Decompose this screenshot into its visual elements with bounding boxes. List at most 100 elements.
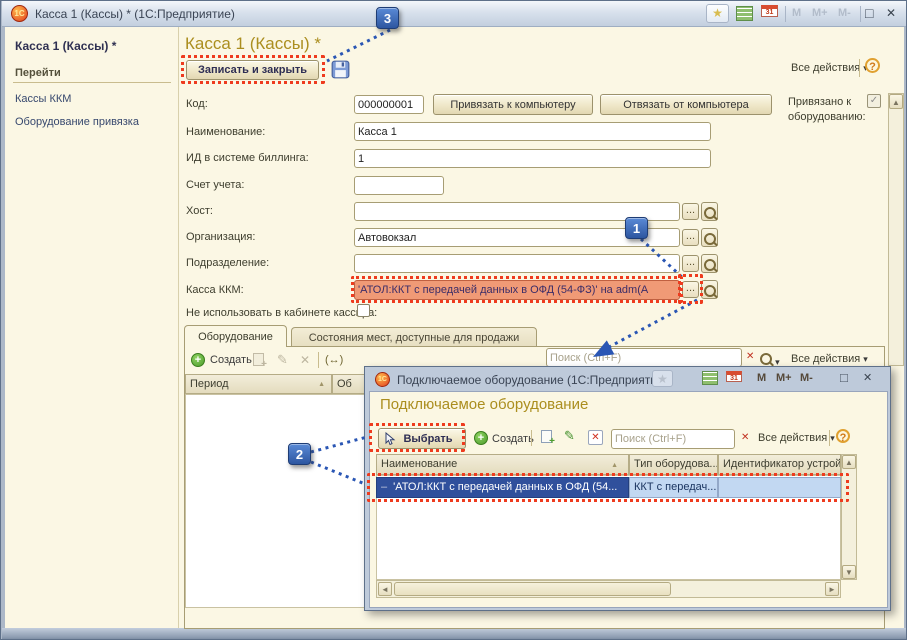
edit-pencil-icon[interactable]: ✎ [564, 428, 575, 444]
calendar-icon[interactable]: 31 [761, 5, 778, 17]
popup-create-button[interactable]: Создать [492, 433, 534, 445]
memory-m-button[interactable]: M [757, 372, 766, 384]
popup-window: 1С Подключаемое оборудование (1С:Предпри… [364, 366, 891, 611]
calculator-icon[interactable] [736, 6, 753, 21]
division-input[interactable] [354, 254, 680, 273]
maximize-icon[interactable]: □ [865, 5, 873, 21]
tab-equipment[interactable]: Оборудование [184, 325, 287, 347]
sidebar-item-kassy-kkm[interactable]: Кассы ККМ [15, 93, 71, 105]
window-bottom-frame [2, 628, 907, 640]
column-label: Наименование [381, 458, 457, 470]
column-label: Об [337, 378, 352, 390]
save-icon[interactable] [331, 60, 350, 79]
titlebar-separator [785, 6, 786, 22]
chevron-down-icon: ▾ [863, 354, 868, 364]
sort-icon: ▲ [318, 381, 325, 388]
popup-help-button[interactable]: ? [836, 429, 850, 443]
scrollbar-thumb[interactable] [394, 582, 671, 596]
column-label: Тип оборудова... [634, 458, 718, 470]
division-search-button[interactable] [701, 254, 718, 273]
account-input[interactable] [354, 176, 444, 195]
organization-search-button[interactable] [701, 228, 718, 247]
host-search-button[interactable] [701, 202, 718, 221]
copy-icon [253, 353, 264, 366]
equipment-search-input[interactable] [546, 348, 742, 367]
select-label: Выбрать [403, 433, 452, 445]
scroll-up-icon[interactable]: ▲ [842, 455, 856, 469]
popup-heading: Подключаемое оборудование [380, 396, 588, 413]
memory-mplus-button[interactable]: M+ [776, 372, 792, 384]
kkm-input[interactable]: 'АТОЛ:ККТ с передачей данных в ОФД (54-Ф… [354, 280, 680, 300]
scroll-down-icon[interactable]: ▼ [842, 565, 856, 579]
popup-horizontal-scrollbar[interactable]: ◄ ► [376, 580, 841, 598]
calculator-icon[interactable] [702, 371, 718, 385]
organization-dots-button[interactable]: ... [682, 229, 699, 246]
main-titlebar: 1С Касса 1 (Кассы) * (1С:Предприятие) ★ … [2, 1, 907, 27]
popup-window-title: Подключаемое оборудование (1С:Предприяти… [397, 367, 668, 393]
delete-icon: ✕ [300, 353, 310, 367]
clear-search-icon[interactable]: ✕ [746, 351, 754, 362]
scroll-left-icon[interactable]: ◄ [378, 582, 392, 596]
close-icon[interactable]: ✕ [863, 371, 872, 384]
clear-search-icon[interactable]: ✕ [741, 432, 749, 443]
close-icon[interactable]: ✕ [886, 6, 896, 20]
kkm-dots-button[interactable]: ... [682, 281, 699, 298]
column-header-period[interactable]: Период▲ [185, 374, 332, 394]
kkm-search-button[interactable] [701, 280, 718, 299]
equipment-row-name-cell[interactable]: –'АТОЛ:ККТ с передачей данных в ОФД (54.… [376, 477, 629, 498]
main-vertical-scrollbar[interactable]: ▲ [888, 93, 904, 366]
division-dots-button[interactable]: ... [682, 255, 699, 272]
popup-body: Подключаемое оборудование Выбрать + Созд… [369, 391, 888, 608]
row-name-label: 'АТОЛ:ККТ с передачей данных в ОФД (54..… [393, 481, 617, 493]
kkm-label: Касса ККМ: [186, 284, 244, 296]
magnifier-icon [704, 285, 716, 297]
record-marker-icon: – [381, 481, 387, 493]
billing-id-input[interactable] [354, 149, 711, 168]
copy-icon[interactable] [541, 430, 552, 443]
equipment-all-actions-button[interactable]: Все действия ▾ [791, 353, 868, 365]
toolbar-separator [829, 430, 830, 446]
billing-id-label: ИД в системе биллинга: [186, 152, 309, 164]
row-type-label: ККТ с передач... [634, 481, 716, 493]
all-actions-label: Все действия [791, 62, 860, 74]
create-button[interactable]: Создать [210, 354, 252, 366]
delete-icon[interactable]: ✕ [588, 430, 603, 445]
name-label: Наименование: [186, 126, 265, 138]
popup-vertical-scrollbar[interactable]: ▲ ▼ [841, 454, 857, 580]
toolbar-separator [318, 352, 319, 368]
page-title: Касса 1 (Кассы) * [185, 34, 321, 54]
popup-search-input[interactable] [611, 429, 735, 449]
cashier-checkbox-label: Не использовать в кабинете кассира: [186, 307, 377, 319]
maximize-icon[interactable]: □ [840, 370, 848, 385]
scroll-up-icon[interactable]: ▲ [889, 94, 903, 109]
create-plus-icon[interactable]: + [191, 353, 205, 367]
sidebar-item-oborudovanie-privyazka[interactable]: Оборудование привязка [15, 116, 139, 128]
bind-computer-button[interactable]: Привязать к компьютеру [433, 94, 593, 115]
scroll-right-icon[interactable]: ► [825, 582, 839, 596]
tab-seat-states[interactable]: Состояния мест, доступные для продажи [291, 327, 537, 347]
equipment-row-type-cell[interactable]: ККТ с передач... [629, 477, 718, 498]
memory-mminus-button[interactable]: M- [800, 372, 813, 384]
magnifier-icon [704, 233, 716, 245]
host-dots-button[interactable]: ... [682, 203, 699, 220]
popup-all-actions-button[interactable]: Все действия ▾ [758, 432, 835, 444]
select-button[interactable]: Выбрать [378, 428, 466, 449]
column-header-type[interactable]: Тип оборудова... [629, 454, 718, 475]
calendar-icon[interactable]: 31 [726, 371, 742, 382]
unbind-computer-button[interactable]: Отвязать от компьютера [600, 94, 772, 115]
attached-label-line2: оборудованию: [788, 111, 866, 123]
popup-titlebar: 1С Подключаемое оборудование (1С:Предпри… [369, 370, 888, 390]
cashier-checkbox[interactable] [357, 304, 370, 317]
name-input[interactable] [354, 122, 711, 141]
equipment-row-id-cell[interactable] [718, 477, 841, 498]
save-close-button[interactable]: Записать и закрыть [186, 60, 319, 80]
create-plus-icon[interactable]: + [474, 431, 488, 445]
column-header-device-id[interactable]: Идентификатор устрой [718, 454, 841, 475]
form-all-actions-button[interactable]: Все действия ▾ [791, 62, 868, 74]
help-button[interactable]: ? [865, 58, 880, 73]
favorites-icon[interactable]: ★ [706, 4, 729, 23]
code-input[interactable] [354, 95, 424, 114]
column-header-name[interactable]: Наименование▲ [376, 454, 629, 475]
toolbar-separator [531, 430, 532, 446]
column-resize-icon[interactable]: (↔) [325, 354, 343, 366]
